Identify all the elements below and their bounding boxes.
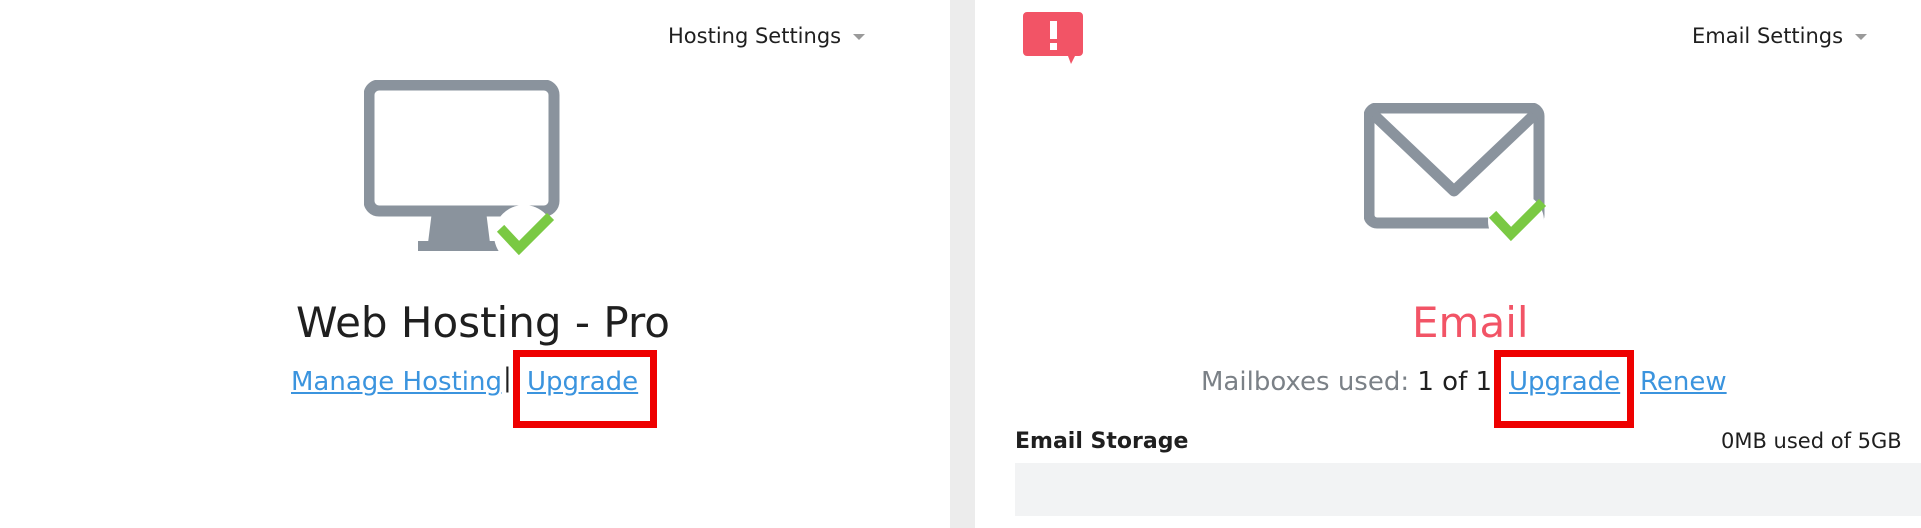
- email-product-title: Email: [1412, 298, 1529, 347]
- hosting-settings-label: Hosting Settings: [668, 24, 842, 48]
- mailboxes-used: Mailboxes used: 1 of 1: [1201, 367, 1492, 397]
- email-storage-progress-bar: [1015, 463, 1921, 516]
- manage-hosting-link[interactable]: Manage Hosting: [291, 367, 502, 397]
- alert-icon[interactable]: [1023, 12, 1085, 70]
- email-panel: Email Settings Email Mailboxes used: 1 o…: [975, 0, 1921, 528]
- email-settings-dropdown[interactable]: Email Settings: [1692, 24, 1868, 48]
- chevron-down-icon: [853, 34, 866, 40]
- hosting-panel: Hosting Settings Web Hosting - Pro Manag…: [0, 0, 950, 528]
- email-storage-usage: 0MB used of 5GB: [1721, 429, 1902, 453]
- upgrade-highlight-box: [513, 350, 657, 428]
- mailboxes-used-label: Mailboxes used:: [1201, 367, 1410, 397]
- envelope-check-icon: [1363, 102, 1564, 252]
- link-separator: |: [503, 363, 512, 393]
- email-storage-label: Email Storage: [1015, 429, 1189, 454]
- upgrade-highlight-box: [1494, 350, 1634, 428]
- email-settings-label: Email Settings: [1692, 24, 1844, 48]
- chevron-down-icon: [1855, 34, 1868, 40]
- panel-divider: [950, 0, 975, 528]
- email-renew-link[interactable]: Renew: [1640, 367, 1727, 397]
- hosting-product-title: Web Hosting - Pro: [296, 298, 670, 347]
- monitor-check-icon: [363, 79, 564, 269]
- hosting-settings-dropdown[interactable]: Hosting Settings: [668, 24, 866, 48]
- mailboxes-used-value: 1 of 1: [1417, 367, 1493, 397]
